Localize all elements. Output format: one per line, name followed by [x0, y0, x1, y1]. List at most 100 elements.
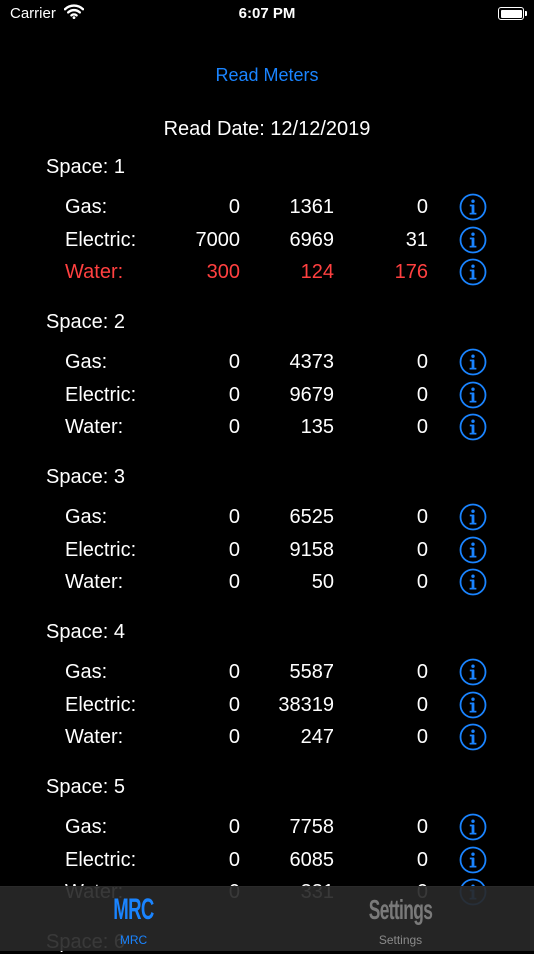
meter-value-2: 38319	[278, 693, 334, 716]
meter-value-1: 0	[228, 693, 240, 716]
meter-type-label: Water:	[65, 416, 124, 438]
meter-row: Water: 300 124 176	[0, 258, 534, 291]
tab-bar: MRC MRC Settings Settings	[0, 886, 534, 951]
meter-value-1: 0	[228, 816, 240, 838]
tab-settings-label: Settings	[378, 933, 423, 947]
meter-value-3: 0	[416, 816, 428, 838]
meter-value-3: 0	[416, 661, 428, 683]
read-date-label: Read Date: 12/12/2019	[163, 118, 371, 140]
meter-value-3: 0	[416, 506, 428, 528]
meter-value-3: 0	[416, 848, 428, 871]
meter-value-1: 0	[228, 571, 240, 593]
meter-row: Electric: 7000 6969 31	[0, 226, 534, 259]
meter-type-label: Electric:	[65, 228, 137, 251]
meter-value-1: 0	[228, 416, 240, 438]
meter-type-label: Gas:	[65, 506, 108, 528]
tab-mrc-label: MRC	[119, 933, 148, 947]
mrc-icon: MRC	[113, 893, 154, 926]
meter-value-2: 5587	[289, 661, 335, 683]
status-time: 6:07 PM	[238, 5, 296, 22]
meter-value-2: 6969	[289, 228, 335, 251]
meter-value-2: 247	[300, 726, 334, 748]
meter-value-1: 0	[228, 661, 240, 683]
info-icon[interactable]	[459, 258, 487, 286]
meter-row: Gas: 0 5587 0	[0, 658, 534, 691]
meter-value-1: 0	[228, 351, 240, 373]
meter-value-3: 0	[416, 416, 428, 438]
space-title: Space: 5	[46, 776, 125, 798]
meter-value-2: 6085	[289, 848, 335, 871]
meter-type-label: Electric:	[65, 383, 137, 406]
meter-row: Electric: 0 6085 0	[0, 846, 534, 879]
tab-mrc[interactable]: MRC MRC	[0, 887, 267, 951]
meter-value-1: 0	[228, 848, 240, 871]
space-title: Space: 1	[46, 156, 125, 178]
meter-value-3: 31	[405, 228, 428, 251]
meter-row: Gas: 0 4373 0	[0, 348, 534, 381]
meter-value-3: 0	[416, 538, 428, 561]
meter-value-2: 135	[300, 416, 334, 438]
meter-value-3: 0	[416, 196, 428, 218]
battery-icon	[498, 7, 527, 20]
meter-row: Electric: 0 9679 0	[0, 381, 534, 414]
meter-type-label: Electric:	[65, 693, 137, 716]
meter-value-1: 0	[228, 506, 240, 528]
info-icon[interactable]	[459, 503, 487, 531]
meter-type-label: Gas:	[65, 196, 108, 218]
meter-value-2: 9158	[289, 538, 335, 561]
meter-type-label: Water:	[65, 261, 124, 283]
meter-type-label: Electric:	[65, 538, 137, 561]
meter-row: Water: 0 247 0	[0, 723, 534, 756]
tab-settings[interactable]: Settings Settings	[267, 887, 534, 951]
status-bar: Carrier 6:07 PM	[0, 0, 534, 30]
meter-row: Gas: 0 7758 0	[0, 813, 534, 846]
meter-type-label: Gas:	[65, 351, 108, 373]
meter-value-2: 6525	[289, 506, 335, 528]
read-meters-button[interactable]: Read Meters	[0, 65, 534, 86]
info-icon[interactable]	[459, 813, 487, 841]
info-icon[interactable]	[459, 658, 487, 686]
meter-value-2: 124	[300, 261, 334, 283]
space-title: Space: 3	[46, 466, 125, 488]
meter-value-3: 0	[416, 693, 428, 716]
meter-value-2: 4373	[289, 351, 335, 373]
info-icon[interactable]	[459, 691, 487, 719]
meter-value-1: 300	[206, 261, 240, 283]
meter-type-label: Gas:	[65, 661, 108, 683]
meter-value-1: 0	[228, 726, 240, 748]
meter-value-3: 0	[416, 351, 428, 373]
meter-row: Electric: 0 9158 0	[0, 536, 534, 569]
meter-value-3: 0	[416, 383, 428, 406]
meter-row: Gas: 0 6525 0	[0, 503, 534, 536]
info-icon[interactable]	[459, 846, 487, 874]
info-icon[interactable]	[459, 413, 487, 441]
meter-value-2: 50	[311, 571, 334, 593]
meter-type-label: Electric:	[65, 848, 137, 871]
meter-value-1: 0	[228, 383, 240, 406]
meter-value-1: 7000	[195, 228, 241, 251]
info-icon[interactable]	[459, 381, 487, 409]
info-icon[interactable]	[459, 723, 487, 751]
info-icon[interactable]	[459, 193, 487, 221]
space-title: Space: 2	[46, 311, 125, 333]
settings-icon: Settings	[368, 894, 433, 925]
meter-value-2: 1361	[289, 196, 335, 218]
meter-type-label: Gas:	[65, 816, 108, 838]
meter-type-label: Water:	[65, 726, 124, 748]
info-icon[interactable]	[459, 226, 487, 254]
meter-value-2: 9679	[289, 383, 335, 406]
meter-row: Electric: 0 38319 0	[0, 691, 534, 724]
meter-value-3: 176	[394, 261, 428, 283]
info-icon[interactable]	[459, 568, 487, 596]
meter-row: Water: 0 135 0	[0, 413, 534, 446]
meter-type-label: Water:	[65, 571, 124, 593]
space-title: Space: 4	[46, 621, 125, 643]
meter-value-3: 0	[416, 571, 428, 593]
info-icon[interactable]	[459, 536, 487, 564]
meter-value-1: 0	[228, 538, 240, 561]
meter-value-2: 7758	[289, 816, 335, 838]
meter-value-3: 0	[416, 726, 428, 748]
meter-value-1: 0	[228, 196, 240, 218]
meter-row: Gas: 0 1361 0	[0, 193, 534, 226]
info-icon[interactable]	[459, 348, 487, 376]
